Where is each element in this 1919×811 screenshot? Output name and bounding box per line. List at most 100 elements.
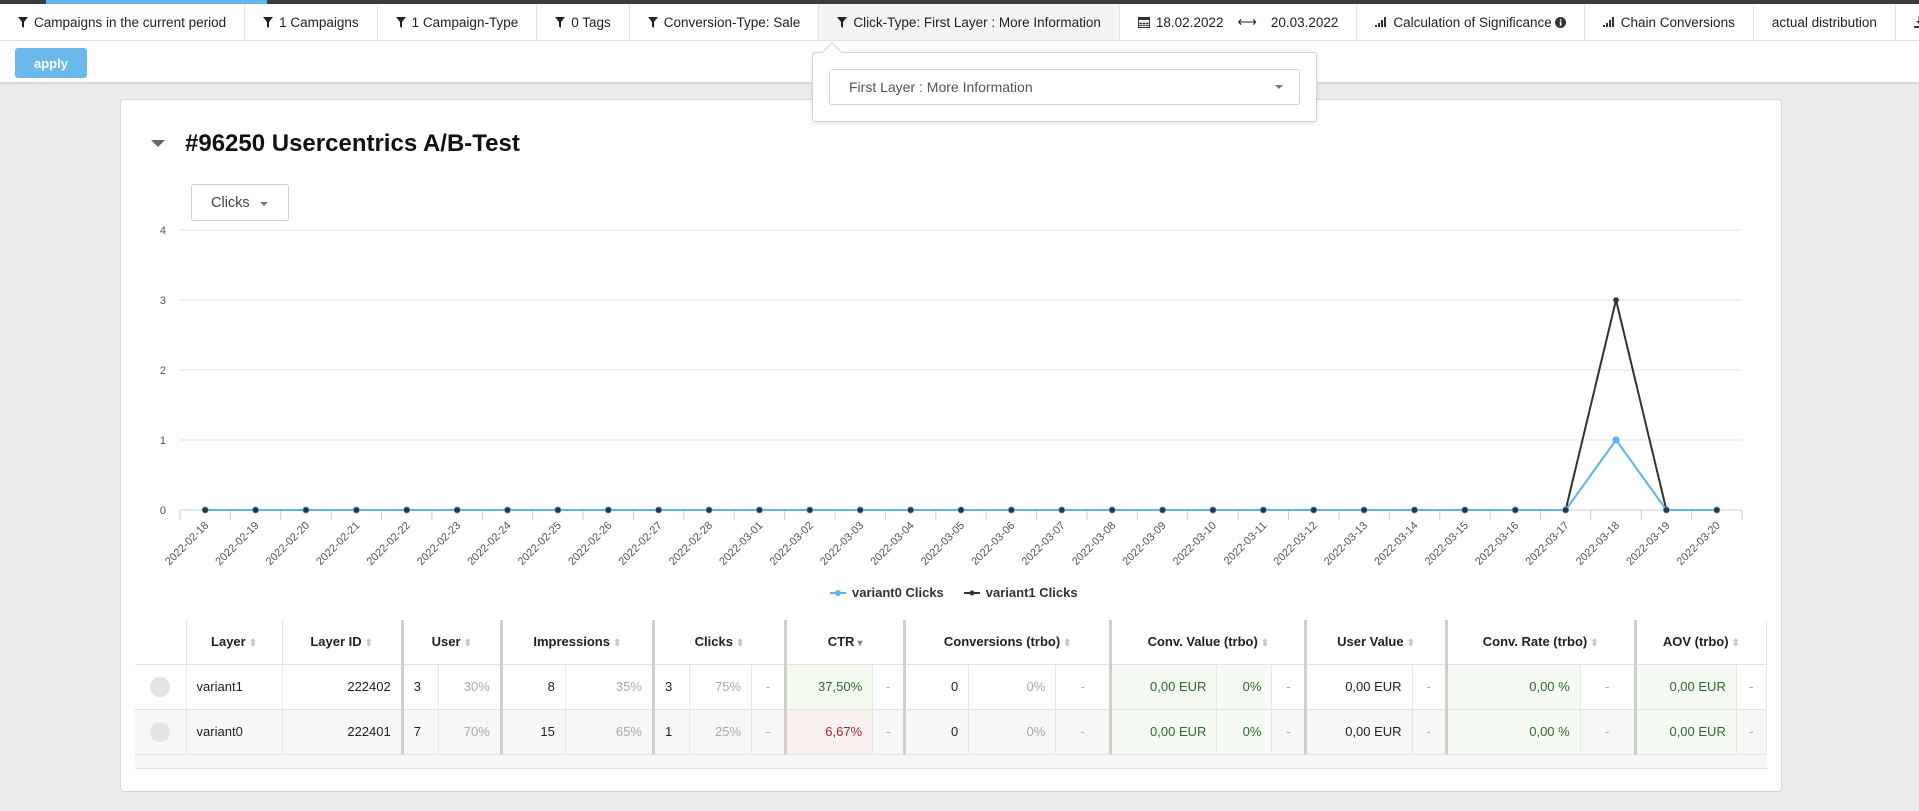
cell-conv-value-pct: 0%	[1216, 663, 1273, 709]
cell-conv-value-sig: -	[1271, 708, 1307, 754]
row-radio[interactable]	[150, 721, 171, 742]
cell-user-value-sig: -	[1412, 663, 1447, 709]
sort-icon: ⬍	[364, 638, 374, 650]
legend-item-variant0[interactable]: variant0 Clicks	[830, 585, 944, 600]
filter-bar: Campaigns in the current period 1 Campai…	[0, 4, 1919, 41]
sort-icon: ⬍	[1406, 638, 1415, 650]
signal-bars-icon	[1375, 17, 1387, 27]
cell-clicks-sig: -	[751, 663, 787, 709]
collapse-toggle-icon[interactable]	[151, 140, 165, 147]
filter-label: 0 Tags	[571, 14, 611, 30]
filter-label: Click-Type: First Layer : More Informati…	[853, 14, 1101, 30]
chevron-down-icon	[260, 202, 268, 206]
cell-impressions: 15	[499, 708, 566, 754]
filter-tags[interactable]: 0 Tags	[537, 4, 630, 40]
chain-conversions-label: Chain Conversions	[1620, 14, 1735, 30]
campaign-title: #96250 Usercentrics A/B-Test	[185, 130, 520, 157]
col-header-conv-rate[interactable]: Conv. Rate (trbo) ⬍	[1444, 620, 1636, 664]
col-header-layer[interactable]: Layer ⬍	[186, 620, 283, 664]
significance-label: Calculation of Significance	[1393, 14, 1552, 30]
cell-conversions: 0	[903, 708, 970, 754]
cell-ctr: 6,67%	[784, 708, 874, 754]
actual-distribution-button[interactable]: actual distribution	[1754, 4, 1896, 40]
filter-campaign-type[interactable]: 1 Campaign-Type	[378, 4, 538, 40]
legend-item-variant1[interactable]: variant1 Clicks	[963, 585, 1078, 600]
filter-label: 1 Campaigns	[279, 14, 359, 30]
select-column-header	[135, 620, 187, 664]
sort-icon: ⬍	[463, 638, 472, 650]
cell-user-pct: 30%	[438, 663, 502, 709]
sort-icon: ⬍	[1590, 638, 1599, 650]
signal-bars-icon	[1602, 17, 1615, 27]
cell-user-value-sig: -	[1412, 708, 1447, 754]
date-start: 18.02.2022	[1155, 14, 1224, 30]
row-select-cell	[135, 708, 187, 754]
cell-conversions-sig: -	[1055, 708, 1112, 754]
filter-campaigns[interactable]: 1 Campaigns	[245, 4, 378, 40]
metric-dropdown[interactable]: Clicks	[191, 184, 289, 221]
filter-icon	[263, 16, 274, 28]
sort-icon: ⬍	[612, 638, 622, 650]
cell-user: 3	[400, 663, 439, 709]
col-header-layer-id[interactable]: Layer ID ⬍	[282, 620, 403, 664]
row-select-cell	[135, 663, 187, 709]
sort-icon: ⬍	[1063, 638, 1072, 650]
cell-conv-rate: 0,00 %	[1444, 663, 1581, 709]
cell-clicks: 3	[651, 663, 690, 709]
row-radio[interactable]	[150, 676, 171, 697]
col-header-conversions[interactable]: Conversions (trbo) ⬍	[903, 620, 1112, 664]
cell-conversions-sig: -	[1055, 663, 1112, 709]
cell-ctr-sig: -	[872, 663, 906, 709]
table-footer	[135, 753, 1767, 769]
cell-user: 7	[400, 708, 439, 754]
col-header-ctr[interactable]: CTR ▾	[784, 620, 906, 664]
col-header-conv-value[interactable]: Conv. Value (trbo) ⬍	[1109, 620, 1307, 664]
cell-ctr: 37,50%	[784, 663, 874, 709]
apply-button[interactable]: apply	[15, 48, 87, 78]
filter-click-type[interactable]: Click-Type: First Layer : More Informati…	[819, 4, 1120, 40]
filter-icon	[555, 16, 566, 28]
legend-label: variant1 Clicks	[985, 585, 1078, 600]
filter-campaign-period[interactable]: Campaigns in the current period	[0, 4, 246, 40]
calculation-of-significance-button[interactable]: Calculation of Significance	[1357, 4, 1585, 40]
filter-conversion-type[interactable]: Conversion-Type: Sale	[630, 4, 820, 40]
cell-conv-value: 0,00 EUR	[1109, 663, 1218, 709]
cell-conv-value-pct: 0%	[1216, 708, 1273, 754]
filter-icon	[18, 16, 28, 28]
cell-layer: variant1	[186, 663, 283, 709]
chart-legend: variant0 Clicks variant1 Clicks	[830, 585, 1078, 600]
filter-icon	[395, 16, 406, 28]
download-button[interactable]	[1896, 4, 1919, 40]
chain-conversions-button[interactable]: Chain Conversions	[1585, 4, 1754, 40]
col-header-impressions[interactable]: Impressions ⬍	[499, 620, 654, 664]
cell-conv-rate-sig: -	[1580, 663, 1636, 709]
col-header-aov[interactable]: AOV (trbo) ⬍	[1633, 620, 1768, 664]
table-footer-row	[135, 753, 1767, 769]
actual-distribution-label: actual distribution	[1771, 14, 1877, 30]
table-header-row: Layer ⬍ Layer ID ⬍ User ⬍ Impressions ⬍ Clic…	[135, 620, 1768, 664]
sort-icon: ⬍	[735, 638, 745, 650]
col-header-clicks[interactable]: Clicks ⬍	[651, 620, 787, 664]
filter-label: 1 Campaign-Type	[411, 14, 519, 30]
click-type-popover: First Layer : More Information	[812, 42, 1317, 122]
chevron-down-icon	[1275, 85, 1283, 89]
cell-user-value: 0,00 EUR	[1304, 663, 1413, 709]
col-header-user-value[interactable]: User Value ⬍	[1304, 620, 1447, 664]
sort-desc-icon: ▾	[857, 638, 863, 650]
legend-marker-variant0	[830, 589, 846, 596]
cell-user-pct: 70%	[438, 708, 502, 754]
date-range-picker[interactable]: 18.02.2022 ⟷ 20.03.2022	[1120, 4, 1358, 40]
cell-ctr-sig: -	[872, 708, 906, 754]
cell-impressions: 8	[499, 663, 566, 709]
click-type-select[interactable]: First Layer : More Information	[829, 69, 1300, 105]
col-header-user[interactable]: User ⬍	[400, 620, 502, 664]
date-end: 20.03.2022	[1270, 14, 1339, 30]
info-circle-icon[interactable]	[1554, 16, 1566, 28]
arrows-horizontal-icon: ⟷	[1237, 14, 1257, 29]
cell-clicks-sig: -	[751, 708, 787, 754]
sort-icon: ⬍	[1260, 638, 1270, 650]
sort-icon: ⬍	[248, 638, 258, 650]
cell-conv-rate: 0,00 %	[1444, 708, 1581, 754]
table-row: variant1 222402 3 30% 8 35% 3 75% - 37,5…	[135, 663, 1768, 709]
download-icon	[1913, 16, 1919, 28]
